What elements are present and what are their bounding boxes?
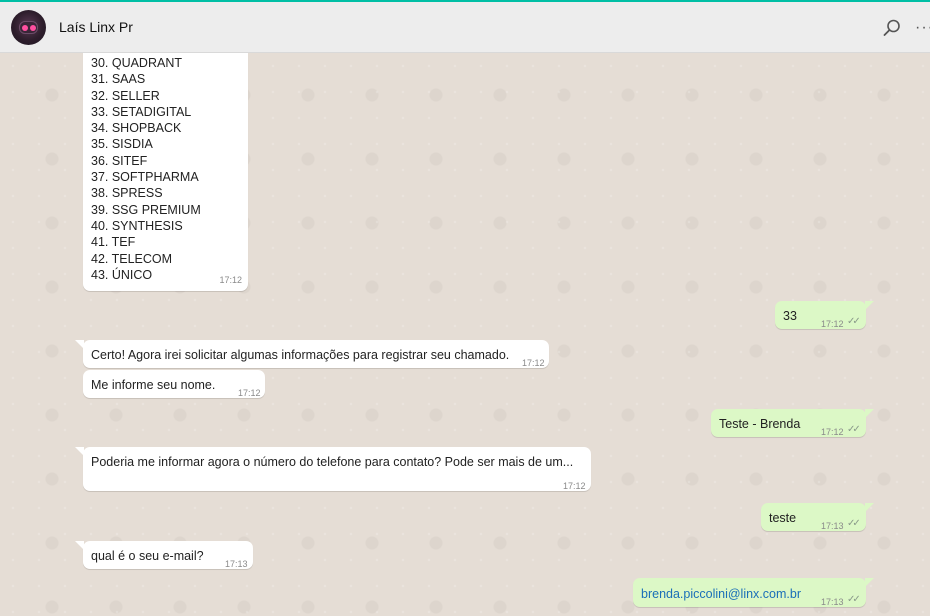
message-out: teste 17:13 ✓✓: [761, 503, 874, 531]
robot-eye: [22, 25, 28, 31]
message-text: qual é o seu e-mail?: [91, 549, 204, 563]
read-receipt-icon: ✓✓: [847, 594, 861, 605]
message-in: Poderia me informar agora o número do te…: [75, 447, 591, 491]
avatar[interactable]: [11, 10, 46, 45]
message-time: 17:13: [821, 521, 844, 531]
list-item: 35. SISDIA: [91, 137, 153, 152]
chat-area[interactable]: 30. QUADRANT 31. SAAS 32. SELLER 33. SET…: [0, 53, 930, 616]
message-text: Poderia me informar agora o número do te…: [91, 455, 574, 469]
list-item: 34. SHOPBACK: [91, 121, 182, 136]
read-receipt-icon: ✓✓: [847, 316, 861, 327]
message-time: 17:12: [563, 481, 586, 491]
message-text: 33: [783, 309, 797, 323]
list-item: 33. SETADIGITAL: [91, 104, 192, 119]
message-time: 17:12: [821, 427, 844, 437]
robot-eye: [30, 25, 36, 31]
contact-name[interactable]: Laís Linx Pr: [59, 19, 133, 35]
message-out: 33 17:12 ✓✓: [775, 301, 874, 329]
message-in: Me informe seu nome. 17:12: [83, 370, 265, 398]
message-out: brenda.piccolini@linx.com.br 17:13 ✓✓: [633, 578, 874, 607]
read-receipt-icon: ✓✓: [847, 518, 861, 529]
list-item: 42. TELECOM: [91, 251, 173, 266]
list-item: 38. SPRESS: [91, 186, 163, 201]
list-item: 32. SELLER: [91, 88, 160, 103]
message-text: Me informe seu nome.: [91, 378, 216, 392]
message-text: Teste - Brenda: [719, 417, 801, 431]
message-text: teste: [769, 511, 797, 525]
message-time: 17:12: [522, 358, 545, 368]
message-time: 17:12: [219, 274, 242, 285]
message-time: 17:13: [821, 597, 844, 607]
message-time: 17:13: [225, 559, 248, 569]
search-icon[interactable]: [882, 18, 902, 38]
message-text: Certo! Agora irei solicitar algumas info…: [91, 348, 510, 362]
list-item: 43. ÚNICO: [91, 267, 153, 282]
list-item: 40. SYNTHESIS: [91, 218, 183, 233]
read-receipt-icon: ✓✓: [847, 424, 861, 435]
message-in-list: 30. QUADRANT 31. SAAS 32. SELLER 33. SET…: [83, 53, 248, 291]
chat-header: Laís Linx Pr ···: [0, 2, 930, 53]
list-item: 36. SITEF: [91, 153, 148, 168]
message-out: Teste - Brenda 17:12 ✓✓: [711, 409, 874, 437]
list-item: 31. SAAS: [91, 72, 146, 87]
message-in: Certo! Agora irei solicitar algumas info…: [75, 340, 549, 368]
list-item: 30. QUADRANT 31. SAAS 32. SELLER 33. SET…: [91, 55, 240, 283]
message-time: 17:12: [238, 388, 261, 398]
list-item: 37. SOFTPHARMA: [91, 170, 199, 185]
message-time: 17:12: [821, 319, 844, 329]
email-link[interactable]: brenda.piccolini@linx.com.br: [641, 587, 801, 601]
more-options-icon[interactable]: ···: [915, 18, 930, 38]
list-item: 39. SSG PREMIUM: [91, 202, 201, 217]
list-item: 30. QUADRANT: [91, 56, 182, 70]
list-item: 41. TEF: [91, 235, 136, 250]
message-in: qual é o seu e-mail? 17:13: [75, 541, 253, 569]
